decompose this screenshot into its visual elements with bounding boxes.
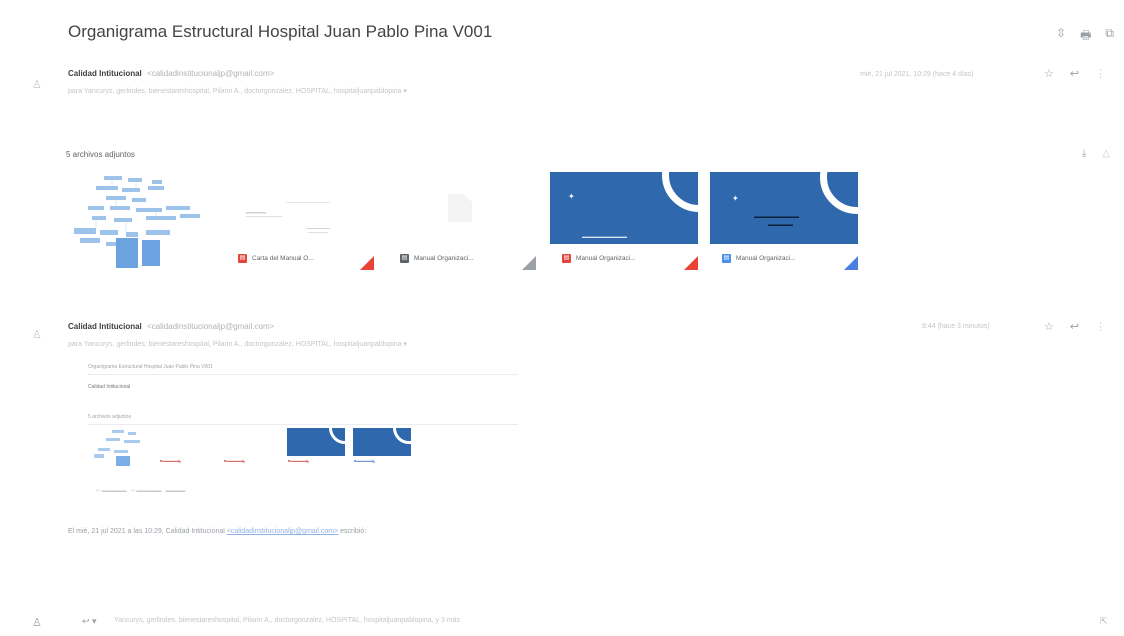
quoted-sender: Calidad Intitucional (88, 384, 131, 390)
cover-title: ▬▬▬▬▬▬▬▬▬ (754, 214, 799, 220)
download-all-icon[interactable]: ⤓ (1082, 148, 1086, 159)
attachment-orgchart-image[interactable] (66, 172, 214, 270)
page-fold (844, 256, 858, 270)
attachment-4[interactable]: ✦ ▬▬▬▬▬▬▬▬▬▬ ▤ Manual Organizaci... (550, 172, 698, 270)
page-fold (360, 256, 374, 270)
message2-sender[interactable]: Calidad Intitucional <calidadinstitucion… (68, 322, 274, 331)
popout-reply-icon[interactable]: ⇱ (1100, 616, 1108, 627)
quote-attribution: El mié, 21 jul 2021 a las 10:29, Calidad… (68, 528, 366, 535)
cover-star-icon: ✦ (732, 194, 739, 203)
quoted-attachment-chip: ■▬▬▬▬◣ (288, 458, 310, 463)
quoted-manual-cover (353, 428, 411, 456)
star-icon[interactable]: ☆ (1044, 67, 1054, 80)
cover-arc (329, 428, 345, 444)
sender-avatar-icon: ♙ (32, 79, 42, 91)
manual-cover-preview: ✦ ▬▬▬▬▬▬▬▬▬ ▬▬▬▬▬ (710, 172, 858, 244)
reply-icon[interactable]: ↩ (1070, 320, 1079, 333)
quoted-attachment-chip: ■▬▬▬▬◣ (224, 458, 246, 463)
pdf-file-icon: ▤ (238, 253, 247, 263)
message1-datetime: mié, 21 jul 2021, 10:29 (hace 4 días) (860, 71, 974, 78)
manual-cover-preview: ✦ ▬▬▬▬▬▬▬▬▬▬ (550, 172, 698, 244)
attachment-name: Manual Organizaci... (414, 254, 474, 262)
quoted-attachment-chip: ■▬▬▬▬◣ (354, 458, 376, 463)
message2-actions: ☆ ↩ ⋮ (1044, 320, 1106, 333)
orgchart-preview (74, 176, 200, 268)
attachment-name: Manual Organizaci... (576, 254, 636, 262)
pdf-file-icon: ▤ (562, 253, 571, 263)
sender-name: Calidad Intitucional (68, 322, 142, 331)
message2-recipients[interactable]: para Yancurys, gerlindes, bienestareshos… (68, 340, 407, 348)
sender-name: Calidad Intitucional (68, 69, 142, 78)
quote-email-link[interactable]: <calidadinstitucionaljp@gmail.com> (227, 528, 338, 535)
email-subject: Organigrama Estructural Hospital Juan Pa… (68, 22, 493, 41)
cover-arc (662, 172, 698, 212)
message1-sender[interactable]: Calidad Intitucional <calidadinstitucion… (68, 69, 274, 78)
more-options-icon[interactable]: ⋮ (1095, 320, 1106, 333)
quoted-attachment-chip: ■▬▬▬▬◣ (160, 458, 182, 463)
cover-star-icon: ✦ (568, 192, 575, 201)
quoted-orgchart-preview (94, 430, 140, 466)
attachments-toolbar: ⤓ △ (1082, 148, 1110, 159)
quoted-attachments-label: 5 archivos adjuntos (88, 414, 132, 420)
message1-actions: ☆ ↩ ⋮ (1044, 67, 1106, 80)
sender-email: <calidadinstitucionaljp@gmail.com> (147, 69, 275, 78)
attachment-3[interactable]: ▤ Manual Organizaci... (388, 172, 536, 270)
print-icon[interactable]: 🖶 (1080, 26, 1091, 47)
reply-icon[interactable]: ↩ (1070, 67, 1079, 80)
attachment-chip: ▤ Manual Organizaci... (550, 246, 698, 270)
cover-caption: ▬▬▬▬▬▬▬▬▬▬ (582, 234, 627, 239)
cover-subtitle: ▬▬▬▬▬ (768, 222, 793, 228)
document-file-icon: ▤ (400, 253, 409, 263)
more-options-icon[interactable]: ⋮ (1095, 67, 1106, 80)
quoted-reply-hint: ↩ ▬▬▬▬▬ ↪ ▬▬▬▬▬ ▬▬▬▬ (96, 488, 186, 494)
save-to-drive-icon[interactable]: △ (1102, 148, 1110, 159)
attachment-chip: ▤ Carta del Manual O... (226, 246, 374, 270)
open-new-window-icon[interactable]: ⧉ (1105, 26, 1114, 47)
message1-recipients[interactable]: para Yancurys, gerlindes, bienestareshos… (68, 87, 407, 95)
star-icon[interactable]: ☆ (1044, 320, 1054, 333)
quote-suffix: escribió: (340, 528, 367, 535)
attachment-chip: ▤ Manual Organizaci... (710, 246, 858, 270)
quoted-attachments-row: 5 archivos adjuntos (88, 414, 518, 425)
document-preview (226, 172, 374, 244)
quoted-subject-row: Organigrama Estructural Hospital Juan Pa… (88, 364, 518, 375)
attachment-name: Manual Organizaci... (736, 254, 796, 262)
user-avatar-icon: ♙ (32, 617, 42, 629)
subject-toolbar: ⇳ 🖶 ⧉ (1056, 26, 1114, 47)
reply-type-dropdown-icon[interactable]: ↩ ▾ (82, 616, 97, 627)
sender-avatar-icon: ♙ (32, 329, 42, 341)
attachments-label: 5 archivos adjuntos (66, 150, 135, 159)
attachment-chip: ▤ Manual Organizaci... (388, 246, 536, 270)
expand-icon[interactable]: ⇳ (1056, 26, 1066, 47)
page-fold (522, 256, 536, 270)
sender-email: <calidadinstitucionaljp@gmail.com> (147, 322, 275, 331)
cover-arc (820, 172, 858, 214)
message2-datetime: 9:44 (hace 3 minutos) (922, 323, 990, 330)
word-file-icon: ▤ (722, 253, 731, 263)
page-fold (684, 256, 698, 270)
quote-prefix: El mié, 21 jul 2021 a las 10:29, Calidad… (68, 528, 225, 535)
quoted-manual-cover (287, 428, 345, 456)
cover-arc (393, 428, 411, 444)
reply-recipients-field[interactable]: Yancurys, gerlindes, bienestareshospital… (114, 617, 460, 624)
quoted-header-row: Calidad Intitucional (88, 384, 518, 396)
attachment-5[interactable]: ✦ ▬▬▬▬▬▬▬▬▬ ▬▬▬▬▬ ▤ Manual Organizaci... (710, 172, 858, 270)
document-preview (388, 172, 536, 244)
quoted-subject: Organigrama Estructural Hospital Juan Pa… (88, 364, 213, 370)
attachment-name: Carta del Manual O... (252, 254, 314, 262)
attachment-2[interactable]: ▤ Carta del Manual O... (226, 172, 374, 270)
